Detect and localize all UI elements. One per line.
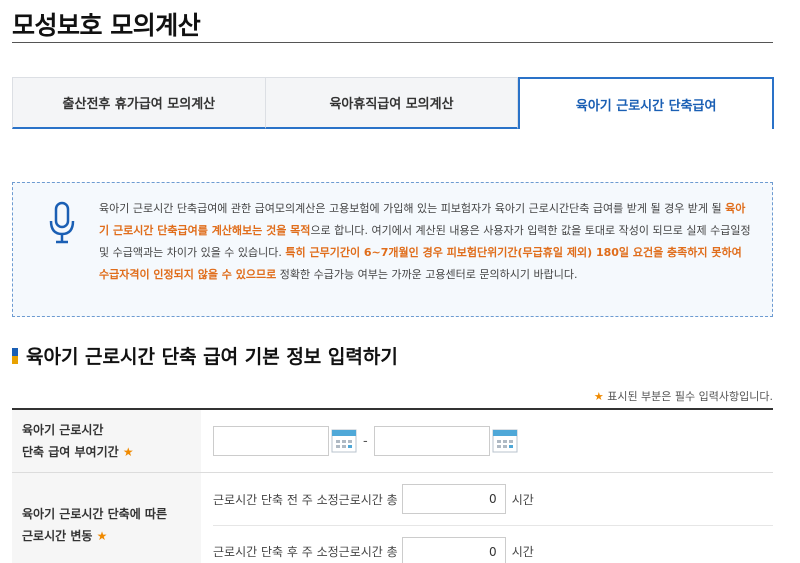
hours-before-input[interactable] xyxy=(401,484,506,514)
hours-after-input[interactable] xyxy=(401,536,506,563)
section-title: 육아기 근로시간 단축 급여 기본 정보 입력하기 xyxy=(12,342,398,369)
notice-text: 육아기 근로시간 단축급여에 관한 급여모의계산은 고용보험에 가입해 있는 피… xyxy=(99,202,751,281)
hours-after-line: 근로시간 단축 후 주 소정근로시간 총 시간 xyxy=(213,525,773,563)
hours-row: 육아기 근로시간 단축에 따른 근로시간 변동 ★ 근로시간 단축 전 주 소정근… xyxy=(12,473,773,563)
hours-before-label: 근로시간 단축 전 주 소정근로시간 총 xyxy=(213,492,398,507)
hours-unit: 시간 xyxy=(511,545,534,559)
tab-reduced-hours[interactable]: 육아기 근로시간 단축급여 xyxy=(518,77,775,129)
hours-unit: 시간 xyxy=(511,492,534,507)
calculator-tabs: 출산전후 휴가급여 모의계산 육아휴직급여 모의계산 육아기 근로시간 단축급여 xyxy=(12,77,775,129)
required-star-icon: ★ xyxy=(593,390,604,403)
end-date-input[interactable] xyxy=(373,426,490,456)
hours-after-label: 근로시간 단축 후 주 소정근로시간 총 xyxy=(213,545,398,559)
basic-info-form: 육아기 근로시간 단축 급여 부여기간 ★ - 육아기 근로시간 단축에 따른 … xyxy=(12,408,773,563)
required-note: ★ 표시된 부분은 필수 입력사항입니다. xyxy=(593,390,773,403)
period-label: 육아기 근로시간 단축 급여 부여기간 ★ xyxy=(12,410,201,472)
microphone-icon xyxy=(49,201,75,244)
title-divider xyxy=(12,42,773,43)
tab-maternity-leave[interactable]: 출산전후 휴가급여 모의계산 xyxy=(12,77,266,129)
hours-label: 육아기 근로시간 단축에 따른 근로시간 변동 ★ xyxy=(12,473,201,563)
notice-box: 육아기 근로시간 단축급여에 관한 급여모의계산은 고용보험에 가입해 있는 피… xyxy=(12,182,773,317)
required-star-icon: ★ xyxy=(122,445,134,459)
calendar-icon[interactable] xyxy=(492,429,518,453)
period-row: 육아기 근로시간 단축 급여 부여기간 ★ - xyxy=(12,410,773,473)
page-title: 모성보호 모의계산 xyxy=(12,11,201,40)
start-date-input[interactable] xyxy=(213,426,329,456)
section-marker xyxy=(12,347,18,364)
tab-parental-leave[interactable]: 육아휴직급여 모의계산 xyxy=(265,77,519,129)
calendar-icon[interactable] xyxy=(331,429,357,453)
date-separator: - xyxy=(363,433,368,449)
required-star-icon: ★ xyxy=(96,529,108,543)
hours-before-line: 근로시간 단축 전 주 소정근로시간 총 시간 xyxy=(213,473,773,525)
